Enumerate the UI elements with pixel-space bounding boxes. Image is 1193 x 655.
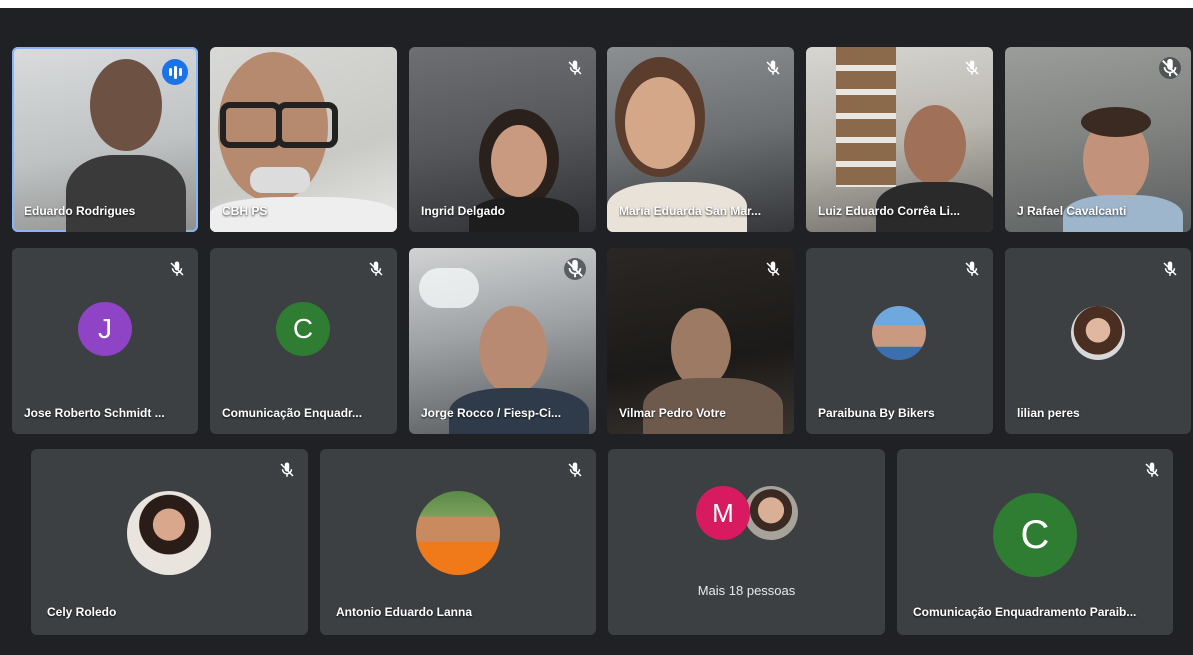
participant-tile-j-rafael[interactable]: J Rafael Cavalcanti bbox=[1005, 47, 1191, 232]
profile-photo bbox=[872, 306, 926, 360]
mic-off-icon bbox=[566, 461, 584, 479]
profile-photo bbox=[127, 491, 211, 575]
profile-photo bbox=[1071, 306, 1125, 360]
profile-photo bbox=[744, 486, 798, 540]
more-participants-tile[interactable]: M Mais 18 pessoas bbox=[608, 449, 885, 635]
participant-name: Maria Eduarda San Mar... bbox=[619, 204, 762, 218]
participant-tile-eduardo-rodrigues[interactable]: Eduardo Rodrigues bbox=[12, 47, 198, 232]
participant-tile-luiz-eduardo[interactable]: Luiz Eduardo Corrêa Li... bbox=[806, 47, 993, 232]
mic-off-icon bbox=[764, 260, 782, 278]
participant-tile-ingrid-delgado[interactable]: Ingrid Delgado bbox=[409, 47, 596, 232]
participant-name: Jose Roberto Schmidt ... bbox=[24, 406, 165, 420]
participant-name: Ingrid Delgado bbox=[421, 204, 505, 218]
participant-tile-maria-eduarda[interactable]: Maria Eduarda San Mar... bbox=[607, 47, 794, 232]
participant-name: J Rafael Cavalcanti bbox=[1017, 204, 1127, 218]
participant-tile-jose-roberto[interactable]: J Jose Roberto Schmidt ... bbox=[12, 248, 198, 434]
participant-tile-antonio-eduardo-lanna[interactable]: Antonio Eduardo Lanna bbox=[320, 449, 596, 635]
participant-name: Jorge Rocco / Fiesp-Ci... bbox=[421, 406, 562, 420]
participant-tile-vilmar-pedro[interactable]: Vilmar Pedro Votre bbox=[607, 248, 794, 434]
participant-tile-paraibuna-by-bikers[interactable]: Paraibuna By Bikers bbox=[806, 248, 993, 434]
participant-name: Vilmar Pedro Votre bbox=[619, 406, 726, 420]
mic-off-icon bbox=[1161, 260, 1179, 278]
participant-tile-lilian-peres[interactable]: lilian peres bbox=[1005, 248, 1191, 434]
more-participants-label: Mais 18 pessoas bbox=[697, 583, 796, 598]
participant-name: Cely Roledo bbox=[47, 605, 117, 619]
mic-off-icon bbox=[278, 461, 296, 479]
participant-name: Comunicação Enquadr... bbox=[222, 406, 363, 420]
participant-tile-comunicacao-enquadr[interactable]: C Comunicação Enquadr... bbox=[210, 248, 397, 434]
avatar: C bbox=[993, 493, 1077, 577]
speaking-indicator-icon bbox=[162, 59, 188, 85]
mic-off-icon bbox=[367, 260, 385, 278]
mic-off-icon bbox=[1143, 461, 1161, 479]
participant-name: Luiz Eduardo Corrêa Li... bbox=[818, 204, 961, 218]
participant-name: lilian peres bbox=[1017, 406, 1080, 420]
profile-photo bbox=[416, 491, 500, 575]
avatar: J bbox=[78, 302, 132, 356]
mic-off-icon bbox=[564, 258, 586, 280]
mic-off-icon bbox=[963, 260, 981, 278]
video-grid: Eduardo Rodrigues CBH PS Ingrid Delgado … bbox=[0, 8, 1193, 655]
participant-name: Comunicação Enquadramento Paraib... bbox=[913, 605, 1137, 619]
participant-name: Antonio Eduardo Lanna bbox=[336, 605, 472, 619]
mic-off-icon bbox=[566, 59, 584, 77]
mic-off-icon bbox=[963, 59, 981, 77]
avatar: M bbox=[696, 486, 750, 540]
participant-name: Paraibuna By Bikers bbox=[818, 406, 935, 420]
mic-off-icon bbox=[764, 59, 782, 77]
mic-off-icon bbox=[168, 260, 186, 278]
mic-off-icon bbox=[1159, 57, 1181, 79]
participant-name: CBH PS bbox=[222, 204, 268, 218]
participant-tile-comunicacao-enquadramento[interactable]: C Comunicação Enquadramento Paraib... bbox=[897, 449, 1173, 635]
participant-name: Eduardo Rodrigues bbox=[24, 204, 136, 218]
participant-tile-jorge-rocco[interactable]: Jorge Rocco / Fiesp-Ci... bbox=[409, 248, 596, 434]
participant-tile-cely-roledo[interactable]: Cely Roledo bbox=[31, 449, 308, 635]
avatar: C bbox=[276, 302, 330, 356]
participant-tile-cbh-ps[interactable]: CBH PS bbox=[210, 47, 397, 232]
